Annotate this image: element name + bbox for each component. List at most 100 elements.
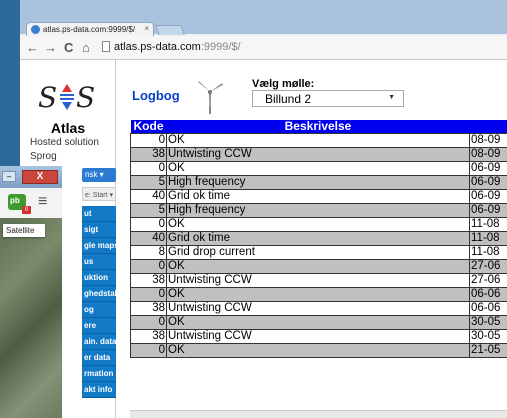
- dato-cell: 06-09: [469, 161, 507, 176]
- reload-button[interactable]: C: [64, 40, 73, 56]
- column-header-beskrivelse[interactable]: Beskrivelse: [166, 120, 470, 134]
- kode-cell: 5: [130, 175, 167, 190]
- menu-item[interactable]: us: [82, 254, 116, 270]
- menu-item[interactable]: gle maps: [82, 238, 116, 254]
- kode-cell: 0: [130, 343, 167, 358]
- kode-cell: 40: [130, 189, 167, 204]
- tab-bar: atlas.ps-data.com:9999/$/ ×: [20, 0, 507, 36]
- home-button[interactable]: ⌂: [82, 40, 90, 56]
- svg-text:S: S: [38, 81, 57, 114]
- dato-cell: 30-05: [469, 329, 507, 344]
- menu-item[interactable]: ghedstal: [82, 286, 116, 302]
- beskrivelse-cell: Untwisting CCW: [166, 329, 470, 344]
- kode-cell: 0: [130, 161, 167, 176]
- beskrivelse-cell: OK: [166, 343, 470, 358]
- kode-cell: 8: [130, 245, 167, 260]
- horizontal-scrollbar[interactable]: [130, 410, 507, 418]
- kode-cell: 38: [130, 301, 167, 316]
- table-row[interactable]: 40 Grid ok time 06-09: [130, 189, 507, 204]
- svg-text:S: S: [76, 81, 95, 114]
- dato-cell: 30-05: [469, 315, 507, 330]
- minimize-button[interactable]: –: [2, 171, 16, 182]
- kode-cell: 38: [130, 147, 167, 162]
- beskrivelse-cell: OK: [166, 133, 470, 148]
- page-header: Logbog Vælg mølle: Billund 2 ▼: [116, 60, 507, 120]
- dato-cell: 08-09: [469, 147, 507, 162]
- notification-badge: 0: [22, 206, 31, 214]
- dropdown-arrow-icon: ▼: [388, 94, 395, 101]
- table-row[interactable]: 0 OK 08-09: [130, 133, 507, 148]
- browser-tab[interactable]: atlas.ps-data.com:9999/$/ ×: [26, 22, 154, 36]
- dato-cell: 06-06: [469, 301, 507, 316]
- beskrivelse-cell: OK: [166, 161, 470, 176]
- dato-cell: 11-08: [469, 217, 507, 232]
- dato-cell: 08-09: [469, 133, 507, 148]
- beskrivelse-cell: OK: [166, 315, 470, 330]
- dato-cell: 27-06: [469, 259, 507, 274]
- table-row[interactable]: 0 OK 06-09: [130, 161, 507, 176]
- url-path: :9999/$/: [200, 41, 241, 53]
- satellite-map[interactable]: Satellite: [0, 218, 62, 418]
- table-row[interactable]: 8 Grid drop current 11-08: [130, 245, 507, 260]
- table-row[interactable]: 0 OK 06-06: [130, 287, 507, 302]
- table-row[interactable]: 0 OK 21-05: [130, 343, 507, 358]
- page-title: Logbog: [132, 88, 180, 103]
- table-row[interactable]: 5 High frequency 06-09: [130, 203, 507, 218]
- mill-select-value: Billund 2: [265, 92, 312, 106]
- table-row[interactable]: 40 Grid ok time 11-08: [130, 231, 507, 246]
- map-type-button[interactable]: Satellite: [3, 224, 45, 237]
- table-row[interactable]: 5 High frequency 06-09: [130, 175, 507, 190]
- map-window-titlebar: – X: [0, 166, 62, 188]
- column-header-dato[interactable]: [469, 120, 507, 134]
- menu-item[interactable]: ere: [82, 318, 116, 334]
- mill-select[interactable]: Billund 2 ▼: [252, 90, 404, 107]
- dato-cell: 06-09: [469, 203, 507, 218]
- table-row[interactable]: 0 OK 30-05: [130, 315, 507, 330]
- language-select[interactable]: nsk ▾: [82, 168, 116, 182]
- kode-cell: 38: [130, 329, 167, 344]
- table-row[interactable]: 38 Untwisting CCW 08-09: [130, 147, 507, 162]
- language-value: nsk: [85, 170, 98, 179]
- menu-icon[interactable]: ≡: [38, 193, 47, 211]
- table-row[interactable]: 38 Untwisting CCW 06-06: [130, 301, 507, 316]
- dato-cell: 06-06: [469, 287, 507, 302]
- beskrivelse-cell: Grid drop current: [166, 245, 470, 260]
- menu-item[interactable]: ain. data: [82, 334, 116, 350]
- beskrivelse-cell: OK: [166, 217, 470, 232]
- logbook-table-container: Kode Beskrivelse 0 OK 08-09 38 Untwisting CC…: [130, 120, 507, 358]
- kode-cell: 0: [130, 287, 167, 302]
- menu-item[interactable]: akt info: [82, 382, 116, 398]
- table-row[interactable]: 0 OK 11-08: [130, 217, 507, 232]
- atlas-logo: S S: [38, 81, 95, 114]
- menu-item[interactable]: rmation: [82, 366, 116, 382]
- hosted-label: Hosted solution: [30, 137, 99, 148]
- back-button[interactable]: ←: [26, 40, 39, 56]
- close-tab-icon[interactable]: ×: [144, 24, 149, 33]
- table-row[interactable]: 0 OK 27-06: [130, 259, 507, 274]
- start-page-select[interactable]: e: Start ▾: [82, 187, 116, 201]
- beskrivelse-cell: Grid ok time: [166, 189, 470, 204]
- new-tab-button[interactable]: [155, 25, 185, 35]
- forward-button[interactable]: →: [44, 40, 57, 56]
- table-row[interactable]: 38 Untwisting CCW 27-06: [130, 273, 507, 288]
- table-row[interactable]: 38 Untwisting CCW 30-05: [130, 329, 507, 344]
- menu-item[interactable]: ut: [82, 206, 116, 222]
- dato-cell: 11-08: [469, 245, 507, 260]
- beskrivelse-cell: Grid ok time: [166, 231, 470, 246]
- browser-toolbar: ← → C ⌂ atlas.ps-data.com:9999/$/: [20, 36, 507, 60]
- kode-cell: 38: [130, 273, 167, 288]
- wind-turbine-icon: [198, 81, 223, 114]
- beskrivelse-cell: OK: [166, 259, 470, 274]
- globe-icon: [31, 25, 40, 34]
- sidebar-menu: ut sigt gle maps us uktion ghedstal og e…: [82, 206, 116, 398]
- menu-item[interactable]: er data: [82, 350, 116, 366]
- page-content: S S Atlas Hosted solution Sprog nsk ▾ e:…: [20, 60, 507, 418]
- menu-item[interactable]: uktion: [82, 270, 116, 286]
- column-header-kode[interactable]: Kode: [130, 120, 167, 134]
- menu-item[interactable]: og: [82, 302, 116, 318]
- menu-item[interactable]: sigt: [82, 222, 116, 238]
- mill-select-label: Vælg mølle:: [252, 78, 315, 90]
- kode-cell: 0: [130, 133, 167, 148]
- close-button[interactable]: X: [22, 170, 58, 184]
- address-bar[interactable]: atlas.ps-data.com:9999/$/: [114, 41, 241, 53]
